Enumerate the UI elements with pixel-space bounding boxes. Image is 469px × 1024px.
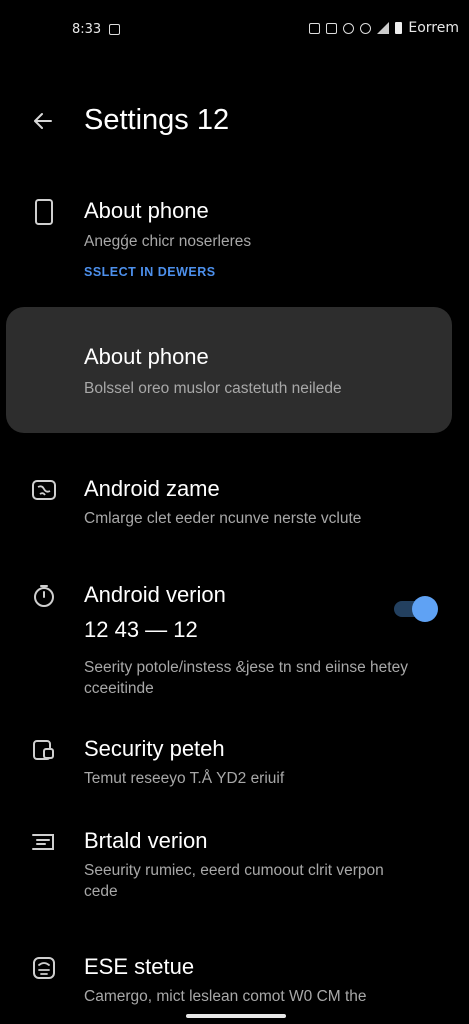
settings-item-security-patch[interactable]: Security peteh Temut reseeyo T.Å YD2 eri… (0, 734, 469, 794)
settings-item-ese-status[interactable]: ESE stetue Camergo, mict leslean comot W… (0, 952, 469, 1012)
app-header: Settings 12 (0, 96, 469, 148)
item-subtitle: Bolssel oreo muslor castetuth neilede (84, 380, 342, 397)
timer-icon (30, 582, 58, 610)
item-title: Brtald verion (84, 828, 208, 853)
item-title: Android zame (84, 476, 220, 501)
settings-item-about-phone-2[interactable]: About phone Bolssel oreo muslor castetut… (0, 342, 469, 402)
status-bar: 8:33 Eorrem (0, 0, 469, 62)
carrier-label: Eorrem (408, 20, 459, 36)
item-title: Android verion (84, 582, 226, 607)
item-subtitle: Camergo, mict leslean comot W0 CM the (84, 988, 367, 1005)
globe-icon (30, 476, 58, 504)
toggle-thumb (412, 596, 438, 622)
page-title: Settings 12 (84, 104, 230, 136)
settings-item-about-phone[interactable]: About phone Anegǵe chicr noserleres SSL… (0, 196, 469, 292)
status-time: 8:33 (72, 22, 102, 37)
phone-outline-icon (30, 198, 58, 226)
app-notification-icon (309, 22, 321, 34)
back-button[interactable] (26, 104, 60, 138)
notification-icon (109, 24, 121, 35)
sync-icon (343, 22, 355, 34)
battery-icon (395, 22, 403, 34)
status-right: Eorrem (309, 20, 459, 36)
item-title: ESE stetue (84, 954, 195, 979)
item-title: About phone (84, 344, 209, 369)
home-indicator[interactable] (186, 1014, 286, 1018)
status-icon (30, 954, 58, 982)
item-subtitle: Temut reseeyo T.Å YD2 eriuif (84, 770, 285, 787)
security-icon (30, 736, 58, 764)
app-notification-icon-2 (326, 22, 338, 34)
settings-item-android-name[interactable]: Android zame Cmlarge clet eeder ncunve n… (0, 474, 469, 534)
status-left: 8:33 (72, 22, 121, 37)
version-value: 12 43 — 12 (84, 617, 198, 642)
data-icon (360, 22, 372, 34)
item-subtitle: Seerity potole/instess &jese tn snd eiin… (84, 659, 408, 697)
item-title: Security peteh (84, 736, 225, 761)
item-subtitle: Cmlarge clet eeder ncunve nerste vclute (84, 510, 362, 527)
arrow-back-icon (34, 113, 52, 129)
android-version-toggle[interactable] (392, 596, 438, 622)
item-title: About phone (84, 198, 209, 223)
item-subtitle: Anegǵe chicr noserleres (84, 233, 252, 250)
build-icon (30, 828, 58, 856)
signal-icon (377, 22, 390, 34)
select-link[interactable]: SSLECT IN DEWERS (84, 265, 216, 279)
settings-item-build-version[interactable]: Brtald verion Seeurity rumiec, eeerd cum… (0, 826, 469, 906)
item-subtitle: Seeurity rumiec, eeerd cumoout clrit ver… (84, 862, 384, 900)
